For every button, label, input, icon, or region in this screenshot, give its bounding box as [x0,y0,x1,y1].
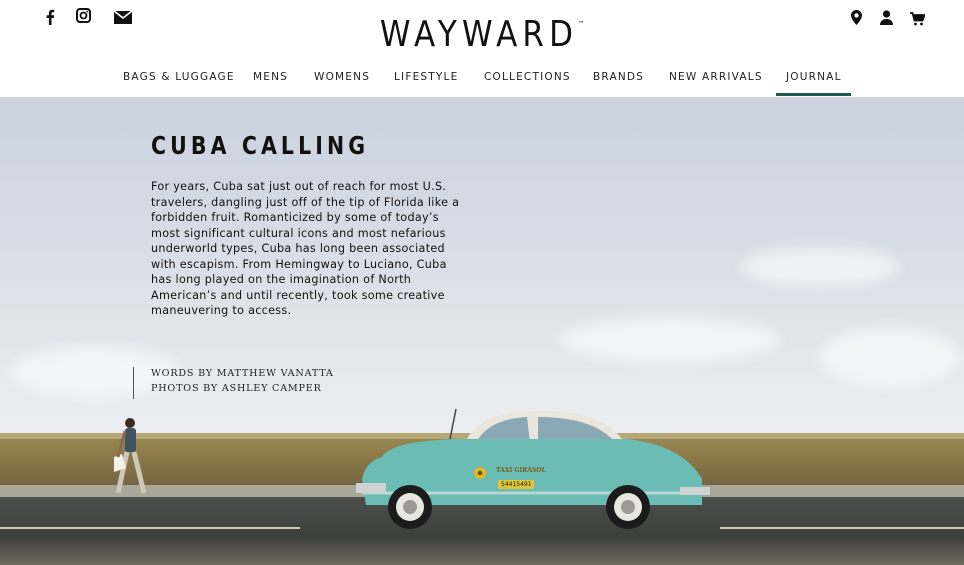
site-header: WAYWARD™ BAGS & LUGGAGE MENS WOMENS LIFE… [0,0,964,97]
active-nav-indicator [776,93,851,96]
cloud [560,317,780,362]
hero-banner: TAXI GIRASOL 54415491 CUBA CALLING For y… [0,97,964,565]
nav-item-lifestyle[interactable]: LIFESTYLE [394,71,458,83]
taxi-plate: 54415491 [501,481,532,488]
nav-item-journal[interactable]: JOURNAL [786,71,842,83]
nav-item-mens[interactable]: MENS [253,71,288,83]
lane-marking [0,527,300,529]
pedestrian-figure [114,418,147,494]
lane-marking [720,527,964,529]
cloud [820,327,960,387]
cart-icon[interactable] [910,11,926,26]
article-intro: For years, Cuba sat just out of reach fo… [151,180,460,317]
nav-item-womens[interactable]: WOMENS [314,71,370,83]
nav-item-new-arrivals[interactable]: NEW ARRIVALS [669,71,763,83]
location-icon[interactable] [851,10,862,25]
nav-item-bags-luggage[interactable]: BAGS & LUGGAGE [123,71,235,83]
facebook-icon[interactable] [44,9,56,25]
site-logo[interactable]: WAYWARD™ [67,14,896,55]
words-credit: WORDS BY MATTHEW VANATTA [151,368,334,379]
article-title: CUBA CALLING [151,131,370,160]
credit-divider [133,367,134,399]
cloud [740,247,900,287]
photos-credit: PHOTOS BY ASHLEY CAMPER [151,383,322,394]
nav-item-collections[interactable]: COLLECTIONS [484,71,571,83]
nav-item-brands[interactable]: BRANDS [593,71,644,83]
account-icon[interactable] [880,10,893,25]
taxi-sign: TAXI GIRASOL [496,467,546,474]
